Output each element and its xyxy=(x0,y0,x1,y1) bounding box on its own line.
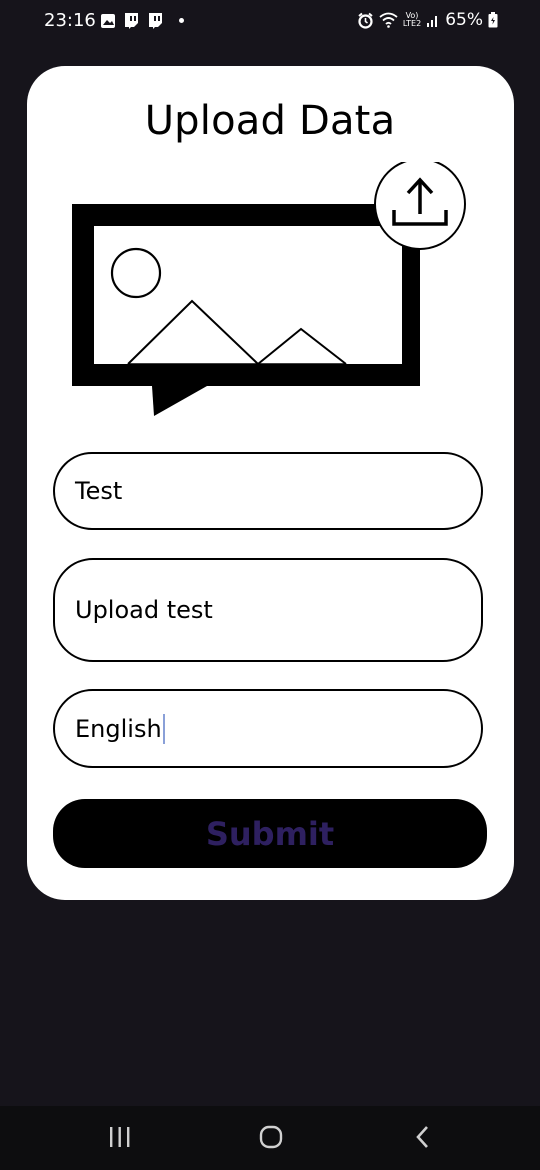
twitch-icon xyxy=(147,12,164,29)
description-field[interactable]: Upload test xyxy=(53,558,483,662)
text-caret xyxy=(162,713,165,744)
volte-indicator: Vo) LTE2 xyxy=(402,11,422,28)
home-icon[interactable] xyxy=(258,1124,284,1155)
signal-icon xyxy=(426,13,440,27)
status-time: 23:16 xyxy=(44,10,96,31)
recent-apps-icon[interactable] xyxy=(108,1124,132,1155)
twitch-icon xyxy=(123,12,140,29)
status-bar: 23:16 Vo) LTE2 65% xyxy=(0,0,540,44)
navigation-bar xyxy=(0,1106,540,1170)
battery-percent: 65% xyxy=(445,10,483,30)
title-field-value: Test xyxy=(75,477,123,505)
wifi-icon xyxy=(379,12,398,28)
image-message-icon xyxy=(72,204,420,416)
system-status: Vo) LTE2 65% xyxy=(357,10,498,30)
language-field-value: English xyxy=(75,714,162,743)
back-icon[interactable] xyxy=(412,1124,432,1155)
gallery-icon xyxy=(100,13,116,29)
language-field[interactable]: English xyxy=(53,689,483,768)
upload-icon xyxy=(374,158,466,250)
upload-illustration xyxy=(72,158,472,423)
battery-icon xyxy=(488,12,498,28)
notification-icons xyxy=(100,12,184,29)
page-title: Upload Data xyxy=(144,98,396,144)
description-field-value: Upload test xyxy=(75,596,213,624)
title-field[interactable]: Test xyxy=(53,452,483,530)
submit-button[interactable]: Submit xyxy=(53,799,487,868)
alarm-icon xyxy=(357,12,374,29)
more-notifications-dot xyxy=(179,18,184,23)
